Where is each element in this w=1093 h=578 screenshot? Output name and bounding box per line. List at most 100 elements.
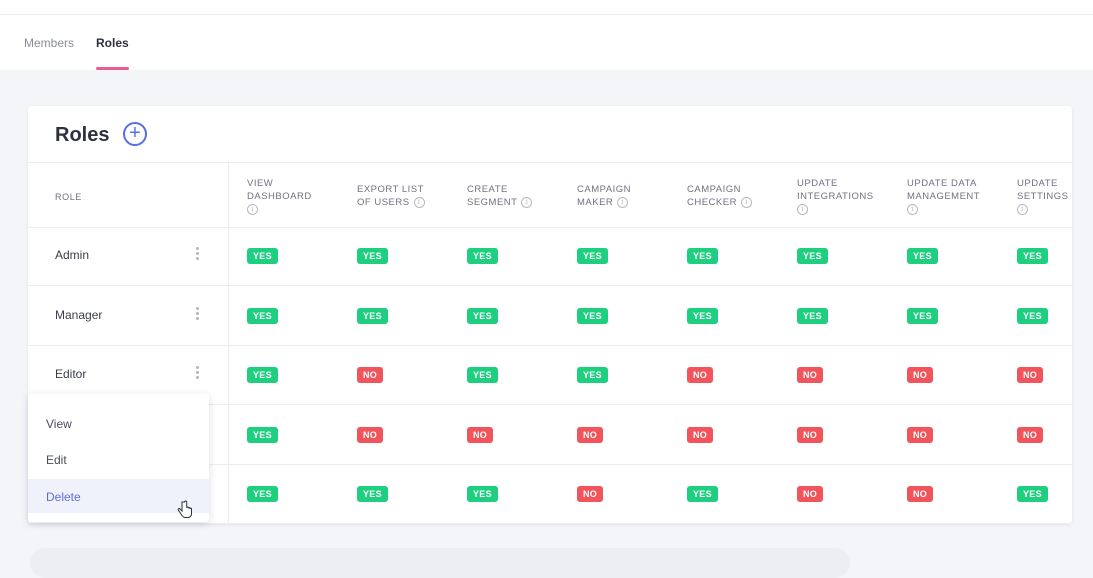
kebab-dot <box>195 247 199 250</box>
permission-header-text: SEGMENT <box>467 197 518 208</box>
menu-item-label: View <box>46 417 72 431</box>
permission-column-header: UPDATE INTEGRATIONS i <box>797 177 874 216</box>
more-options-icon[interactable] <box>193 306 201 324</box>
more-options-icon[interactable] <box>193 365 201 383</box>
kebab-dot <box>195 257 199 260</box>
permission-status-badge: YES <box>247 248 278 264</box>
permission-header-text: MAKER <box>577 197 614 208</box>
kebab-dot <box>195 316 199 320</box>
permission-status-badge: YES <box>357 248 388 264</box>
permission-status-badge: NO <box>467 426 494 443</box>
permission-status-badge: YES <box>687 248 718 264</box>
permission-header-line: CHECKER i <box>687 196 752 209</box>
permission-status-badge: YES <box>247 367 278 384</box>
permission-header-line: SETTINGS <box>1017 190 1069 203</box>
menu-item-view[interactable]: View <box>28 406 209 440</box>
permission-status-badge: NO <box>797 486 824 503</box>
permission-status-badge: NO <box>907 426 934 443</box>
more-options-icon[interactable] <box>193 246 201 264</box>
menu-item-label: Delete <box>46 490 81 504</box>
permission-header-line: SEGMENT i <box>467 196 533 209</box>
permission-header-line: MANAGEMENT <box>907 190 980 203</box>
menu-item-edit[interactable]: Edit <box>28 442 209 476</box>
info-icon[interactable]: i <box>413 196 425 208</box>
menu-item-label: Edit <box>46 453 67 467</box>
permission-status-badge: NO <box>687 367 714 384</box>
permission-header-line: UPDATE <box>1017 178 1058 189</box>
permission-header-line: UPDATE DATA <box>907 178 977 189</box>
permission-status-badge: YES <box>907 248 938 264</box>
permission-column-header: EXPORT LIST OF USERS i <box>357 183 425 209</box>
permission-header-text: DASHBOARD <box>247 191 312 202</box>
divider <box>0 14 1093 15</box>
permission-status-badge: YES <box>687 307 718 324</box>
table-header: ROLE VIEW DASHBOARD i EXPORT LIST OF USERS i C… <box>28 162 1072 228</box>
permission-header-line: MAKER i <box>577 196 631 209</box>
permission-status-badge: YES <box>577 307 608 324</box>
permission-header-line: OF USERS i <box>357 196 425 209</box>
kebab-dot <box>195 252 199 255</box>
permission-header-text: OF USERS <box>357 197 410 208</box>
permission-status-badge: YES <box>577 248 608 264</box>
permission-status-badge: YES <box>907 307 938 324</box>
role-name: Editor <box>55 367 87 382</box>
permission-status-badge: NO <box>577 486 604 503</box>
permission-header-line: CREATE <box>467 184 508 195</box>
info-icon[interactable]: i <box>247 203 258 215</box>
column-divider <box>228 162 229 524</box>
permission-status-badge: YES <box>467 486 498 503</box>
permission-header-line: i <box>797 203 874 216</box>
tab-members[interactable]: Members <box>24 36 74 70</box>
plus-icon: + <box>129 122 141 144</box>
info-icon[interactable]: i <box>617 196 629 208</box>
info-icon[interactable]: i <box>521 196 533 208</box>
permission-status-badge: YES <box>247 486 278 503</box>
info-icon[interactable]: i <box>907 203 918 215</box>
background-shape <box>30 548 850 578</box>
permission-status-badge: NO <box>577 426 604 443</box>
permission-status-badge: YES <box>467 248 498 264</box>
permission-column-header: UPDATE SETTINGS i <box>1017 177 1069 216</box>
tabs: Members Roles <box>24 36 129 70</box>
permission-status-badge: NO <box>1017 426 1044 443</box>
permission-header-text: SETTINGS <box>1017 191 1069 202</box>
permission-status-badge: YES <box>357 307 388 324</box>
kebab-dot <box>195 306 199 310</box>
permission-status-badge: NO <box>1017 367 1044 384</box>
permission-status-badge: NO <box>797 367 824 384</box>
card-title: Roles <box>55 124 110 146</box>
permission-status-badge: NO <box>907 486 934 503</box>
permission-column-header: UPDATE DATA MANAGEMENT i <box>907 177 980 216</box>
permission-status-badge: YES <box>687 486 718 503</box>
permission-status-badge: YES <box>467 307 498 324</box>
permission-header-text: INTEGRATIONS <box>797 191 874 202</box>
permission-status-badge: YES <box>1017 307 1048 324</box>
kebab-dot <box>195 371 199 375</box>
permission-status-badge: NO <box>907 367 934 384</box>
info-icon[interactable]: i <box>740 196 752 208</box>
table-row: Manager YES YES YES YES YES YES YES YES <box>28 286 1072 346</box>
kebab-dot <box>195 376 199 380</box>
info-icon[interactable]: i <box>797 203 808 215</box>
add-role-button[interactable]: + <box>123 122 147 146</box>
permission-header-line: i <box>907 203 980 216</box>
permission-column-header: VIEW DASHBOARD i <box>247 177 312 216</box>
table-row: Admin YES YES YES YES YES YES YES YES <box>28 226 1072 286</box>
permission-status-badge: YES <box>1017 248 1048 264</box>
permission-status-badge: NO <box>687 426 714 443</box>
kebab-dot <box>195 311 199 315</box>
permission-header-line: CAMPAIGN <box>687 184 741 195</box>
permission-header-line: EXPORT LIST <box>357 184 424 195</box>
info-icon[interactable]: i <box>1017 203 1028 215</box>
permission-status-badge: YES <box>357 486 388 503</box>
permission-header-line: DASHBOARD <box>247 190 312 203</box>
permission-column-header: CREATE SEGMENT i <box>467 183 533 209</box>
permission-header-line: i <box>247 203 312 216</box>
permission-header-line: CAMPAIGN <box>577 184 631 195</box>
permission-column-header: CAMPAIGN MAKER i <box>577 183 631 209</box>
hand-cursor-icon <box>177 500 192 518</box>
permission-header-line: i <box>1017 203 1069 216</box>
tab-roles[interactable]: Roles <box>96 36 129 70</box>
permission-status-badge: YES <box>247 426 278 443</box>
role-column-header: ROLE <box>55 192 82 202</box>
